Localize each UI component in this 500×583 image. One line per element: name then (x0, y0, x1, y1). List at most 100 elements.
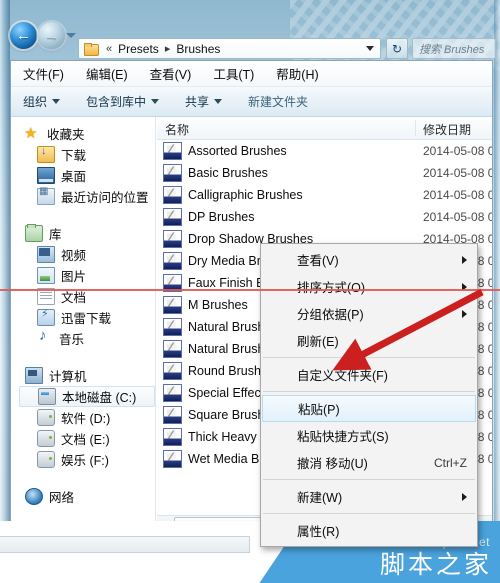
column-header-name[interactable]: 名称 (165, 121, 189, 138)
sidebar-label: 本地磁盘 (C:) (62, 391, 137, 405)
submenu-chevron-right-icon (462, 492, 467, 501)
menu-help[interactable]: 帮助(H) (274, 62, 320, 85)
table-row[interactable]: DP Brushes 2014-05-08 0:0 (157, 206, 492, 228)
desktop-icon (37, 167, 55, 184)
brush-preset-file-icon (163, 340, 182, 358)
back-button[interactable]: ← (10, 22, 37, 49)
file-name: M Brushes (188, 298, 248, 312)
context-new[interactable]: 新建(W) (261, 483, 477, 510)
share-button[interactable]: 共享 (185, 93, 223, 110)
sidebar-label: 迅雷下载 (61, 312, 112, 326)
system-drive-icon (38, 388, 56, 405)
sidebar-label: 音乐 (59, 333, 85, 347)
computer-icon (25, 367, 43, 384)
context-menu-separator (263, 479, 475, 480)
sidebar-item-recent-places[interactable]: 最近访问的位置 (11, 186, 155, 207)
context-view[interactable]: 查看(V) (261, 246, 477, 273)
context-customize-folder[interactable]: 自定义文件夹(F) (261, 361, 477, 388)
sidebar-item-downloads[interactable]: 下载 (11, 144, 155, 165)
context-menu-separator (263, 513, 475, 514)
chevron-down-icon (52, 99, 61, 104)
sidebar-label: 软件 (D:) (61, 412, 111, 426)
drive-icon (37, 451, 55, 468)
sidebar-label: 下载 (61, 149, 87, 163)
video-icon (37, 246, 55, 263)
sidebar-item-local-disk-c[interactable]: 本地磁盘 (C:) (19, 386, 155, 407)
drive-icon (37, 430, 55, 447)
refresh-button[interactable]: ↻ (386, 38, 408, 59)
context-refresh[interactable]: 刷新(E) (261, 327, 477, 354)
menu-view[interactable]: 查看(V) (148, 62, 194, 85)
context-group-by[interactable]: 分组依据(P) (261, 300, 477, 327)
sidebar-label: 库 (49, 228, 62, 242)
recent-places-icon (37, 186, 55, 205)
breadcrumb-overflow-icon[interactable]: « (102, 43, 116, 55)
file-name: DP Brushes (188, 210, 255, 224)
context-paste[interactable]: 粘贴(P) (262, 395, 476, 422)
file-name: Calligraphic Brushes (188, 188, 303, 202)
navigation-pane[interactable]: 收藏夹 下载 桌面 最近访问的位置 库 (11, 117, 156, 533)
new-folder-button[interactable]: 新建文件夹 (248, 93, 308, 110)
column-divider[interactable] (415, 120, 416, 136)
picture-icon (37, 267, 55, 284)
address-bar-region: ← → « Presets ▸ Brushes ↻ 搜索 Brushes (0, 16, 500, 59)
table-row[interactable]: Assorted Brushes 2014-05-08 0:0 (157, 140, 492, 162)
brush-preset-file-icon (163, 428, 182, 446)
download-icon (37, 145, 55, 163)
sidebar-item-music[interactable]: 音乐 (11, 327, 155, 349)
sidebar-label: 最近访问的位置 (61, 191, 149, 205)
context-menu-item-label: 自定义文件夹(F) (297, 369, 388, 383)
context-menu-separator (263, 391, 475, 392)
include-in-library-button[interactable]: 包含到库中 (86, 93, 160, 110)
address-bar[interactable]: « Presets ▸ Brushes (78, 38, 381, 59)
recent-pages-chevron-down-icon[interactable] (66, 33, 76, 38)
breadcrumb-presets[interactable]: Presets (116, 41, 161, 57)
context-menu-item-label: 查看(V) (297, 254, 339, 268)
sidebar-item-drive-d[interactable]: 软件 (D:) (11, 407, 155, 428)
context-menu-item-label: 排序方式(O) (297, 281, 366, 295)
context-menu-item-label: 新建(W) (297, 491, 343, 505)
sidebar-item-favorites[interactable]: 收藏夹 (11, 123, 155, 144)
address-history-chevron-down-icon[interactable] (366, 46, 374, 51)
search-input[interactable]: 搜索 Brushes (412, 38, 496, 59)
table-row[interactable]: Calligraphic Brushes 2014-05-08 0:0 (157, 184, 492, 206)
sidebar-item-drive-f[interactable]: 娱乐 (F:) (11, 449, 155, 470)
brush-preset-file-icon (163, 252, 182, 270)
brush-preset-file-icon (163, 186, 182, 204)
breadcrumb-brushes[interactable]: Brushes (174, 41, 222, 57)
sidebar-label: 桌面 (61, 170, 87, 184)
sidebar-item-desktop[interactable]: 桌面 (11, 165, 155, 186)
sidebar-item-pictures[interactable]: 图片 (11, 265, 155, 286)
column-header-date-modified[interactable]: 修改日期 (423, 121, 471, 138)
file-name: Assorted Brushes (188, 144, 287, 158)
menu-edit[interactable]: 编辑(E) (84, 62, 130, 85)
library-icon (25, 224, 43, 242)
sidebar-item-libraries[interactable]: 库 (11, 223, 155, 244)
window-bottom-strip (0, 536, 250, 553)
chevron-down-icon (214, 99, 223, 104)
network-icon (25, 488, 43, 505)
sidebar-label: 网络 (49, 491, 75, 505)
organize-button[interactable]: 组织 (23, 93, 61, 110)
context-menu-item-label: 粘贴(P) (298, 403, 340, 417)
context-undo-move[interactable]: 撤消 移动(U) Ctrl+Z (261, 449, 477, 476)
context-properties[interactable]: 属性(R) (261, 517, 477, 544)
brush-preset-file-icon (163, 208, 182, 226)
forward-button[interactable]: → (38, 22, 65, 49)
music-icon (37, 327, 53, 346)
sidebar-item-computer[interactable]: 计算机 (11, 365, 155, 386)
sidebar-item-videos[interactable]: 视频 (11, 244, 155, 265)
sidebar-item-thunder-download[interactable]: 迅雷下载 (11, 307, 155, 328)
menu-file[interactable]: 文件(F) (21, 62, 66, 85)
sidebar-label: 文档 (E:) (61, 433, 110, 447)
table-row[interactable]: Basic Brushes 2014-05-08 0:0 (157, 162, 492, 184)
context-sort-by[interactable]: 排序方式(O) (261, 273, 477, 300)
context-paste-shortcut[interactable]: 粘贴快捷方式(S) (261, 422, 477, 449)
sidebar-item-drive-e[interactable]: 文档 (E:) (11, 428, 155, 449)
sidebar-item-network[interactable]: 网络 (11, 486, 155, 507)
breadcrumb-separator-icon[interactable]: ▸ (161, 42, 175, 55)
sidebar-label: 收藏夹 (47, 128, 85, 142)
menu-tools[interactable]: 工具(T) (211, 62, 256, 85)
brush-preset-file-icon (163, 406, 182, 424)
organize-label: 组织 (23, 95, 48, 109)
